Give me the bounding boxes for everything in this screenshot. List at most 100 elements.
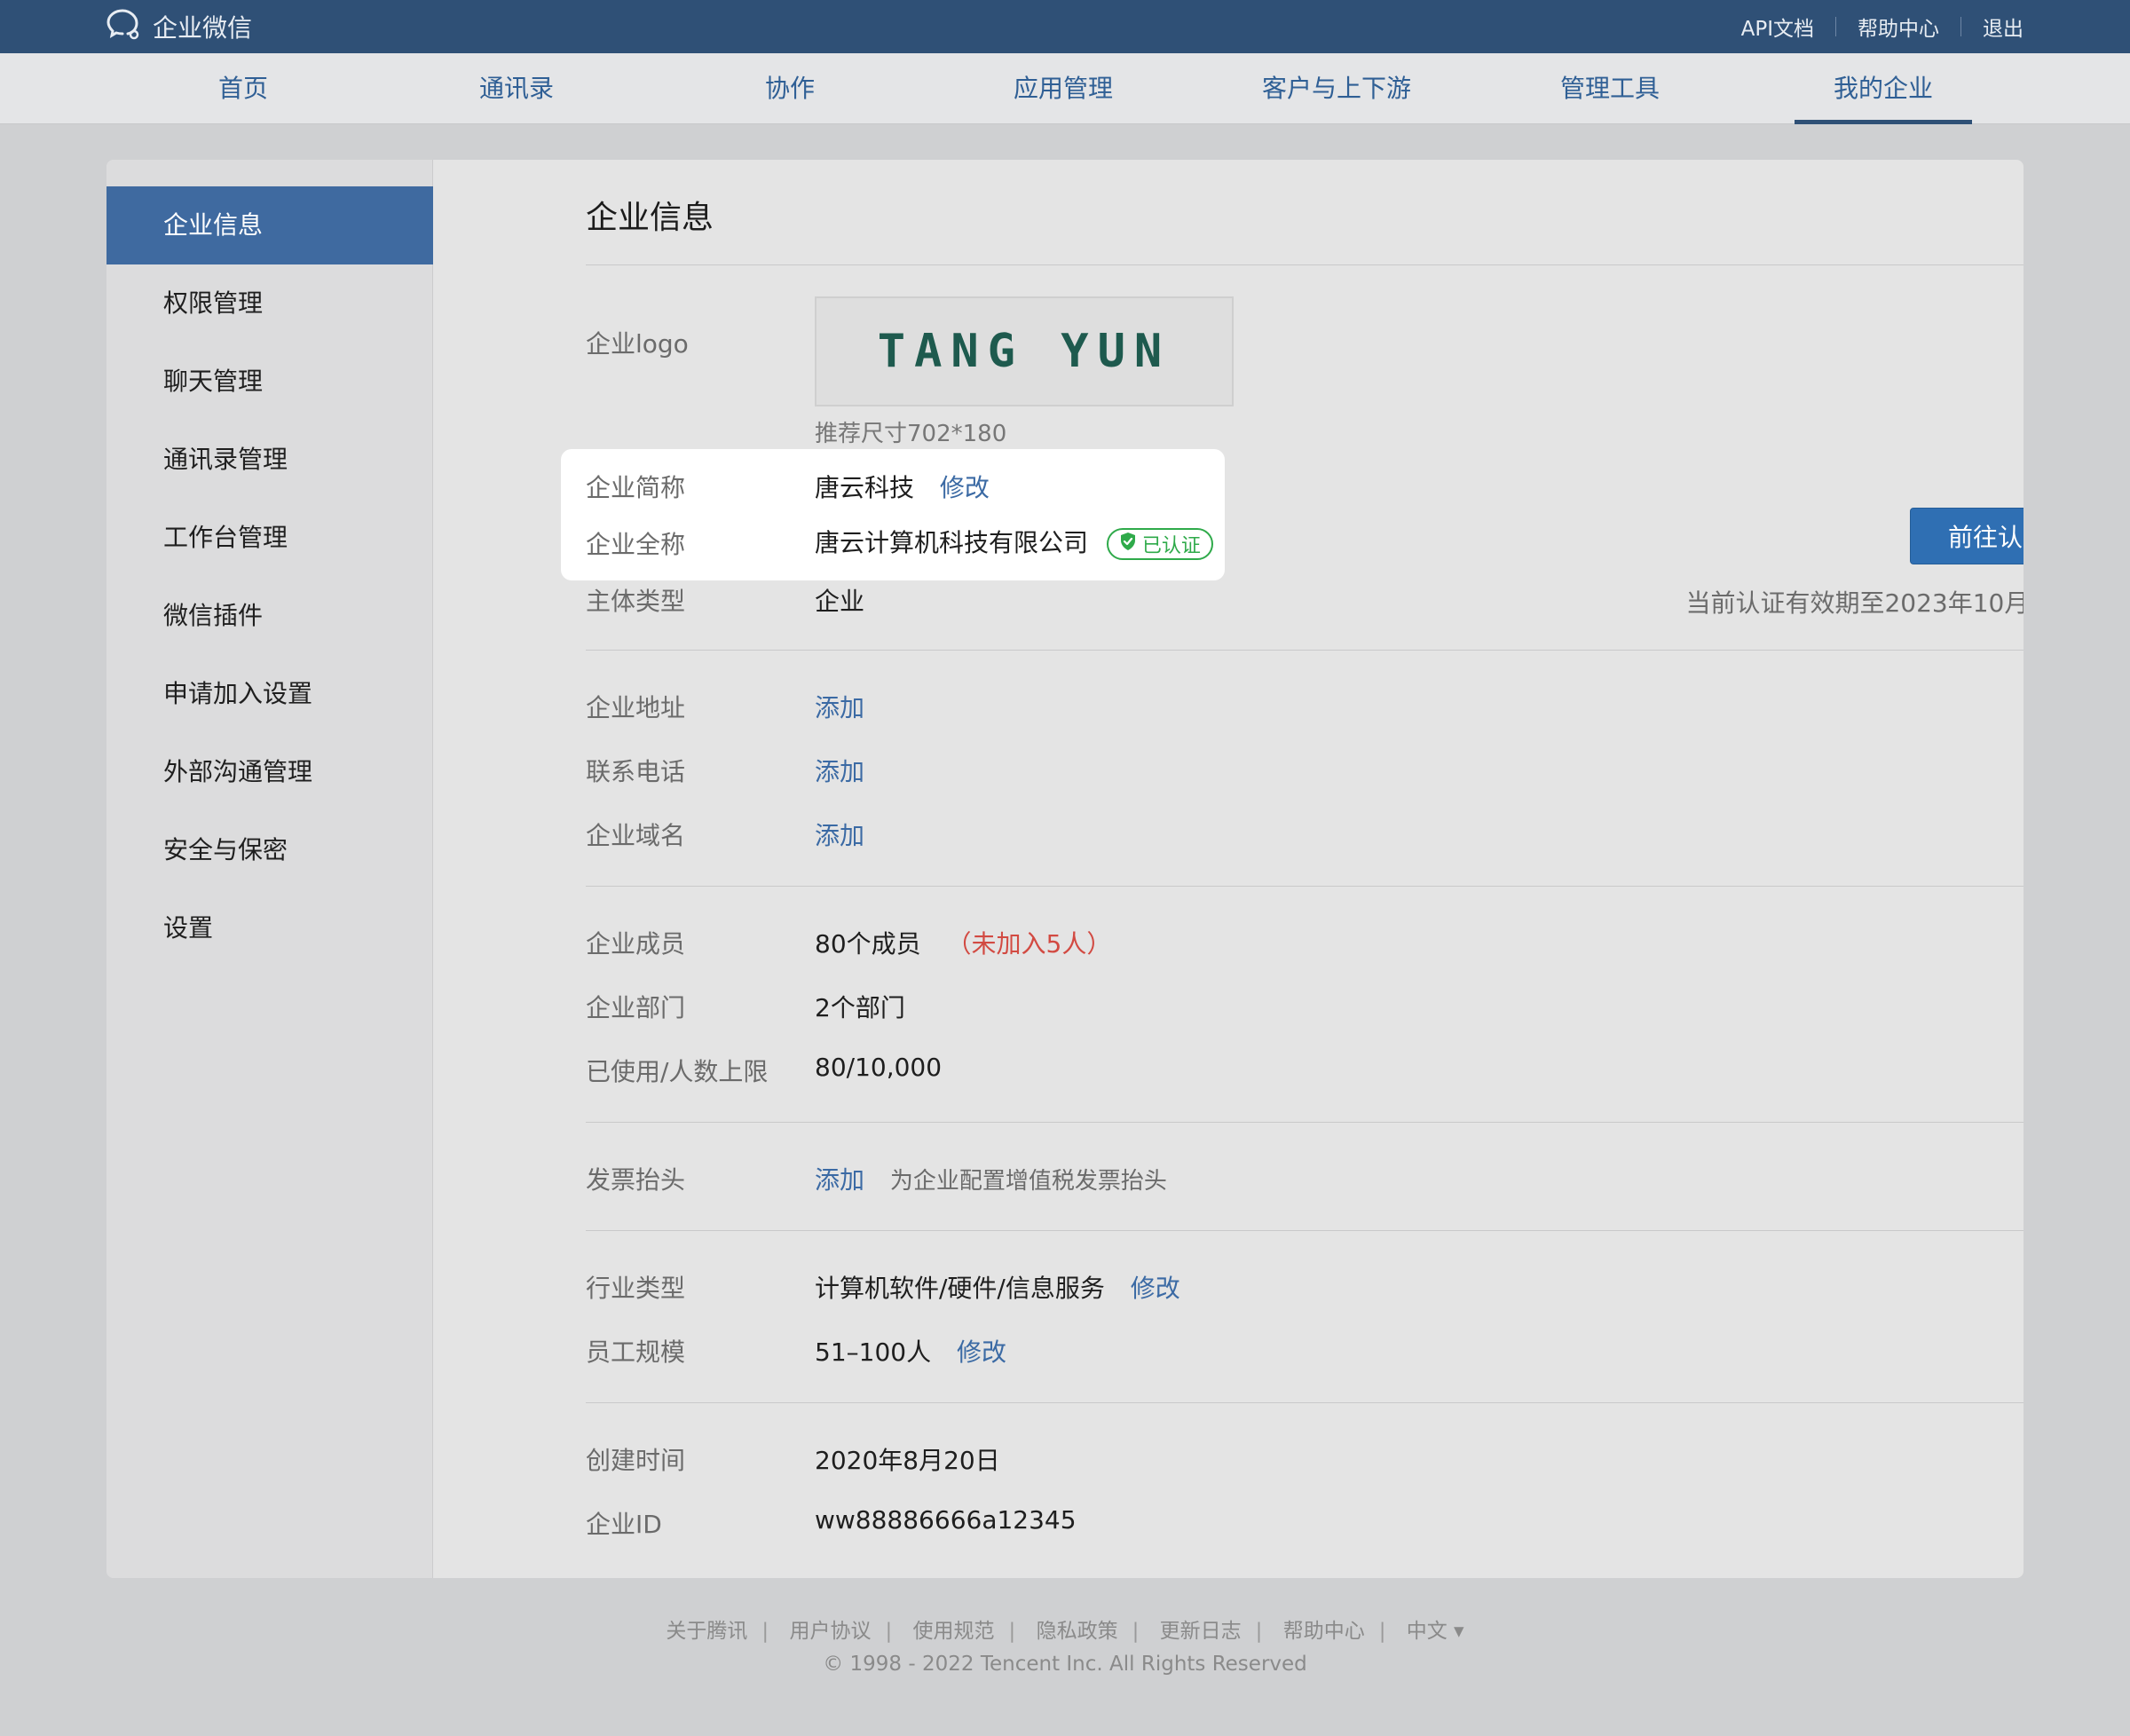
edit-scale-link[interactable]: 修改	[957, 1338, 1006, 1367]
members-count: 80个成员	[815, 929, 921, 959]
tab-management-tools[interactable]: 管理工具	[1521, 53, 1699, 124]
edit-industry-link[interactable]: 修改	[1131, 1274, 1180, 1303]
divider	[586, 1122, 2024, 1123]
sidebar-item-wechat-plugin[interactable]: 微信插件	[106, 577, 433, 655]
logout-link[interactable]: 退出	[1983, 12, 2024, 42]
sidebar-item-chat-management[interactable]: 聊天管理	[106, 343, 433, 421]
full-name-label: 企业全称	[586, 530, 686, 559]
domain-label: 企业域名	[586, 821, 686, 850]
entity-type-label: 主体类型	[586, 587, 686, 616]
verified-badge: 已认证	[1106, 528, 1213, 560]
sidebar-item-permissions[interactable]: 权限管理	[106, 264, 433, 343]
address-label: 企业地址	[586, 693, 686, 722]
top-links: API文档 帮助中心 退出	[1741, 0, 2024, 53]
sidebar-item-workbench-management[interactable]: 工作台管理	[106, 499, 433, 577]
industry-value: 计算机软件/硬件/信息服务	[815, 1274, 1105, 1303]
divider	[586, 886, 2024, 887]
divider	[586, 1402, 2024, 1403]
scale-value: 51–100人	[815, 1338, 932, 1367]
divider	[1960, 17, 1961, 36]
entity-type-value: 企业	[815, 587, 865, 616]
sidebar-item-contacts-management[interactable]: 通讯录管理	[106, 421, 433, 499]
scale-row: 51–100人 修改	[815, 1333, 1006, 1369]
footer-link-user-agreement[interactable]: 用户协议	[789, 1620, 871, 1643]
sidebar-item-enterprise-info[interactable]: 企业信息	[106, 186, 433, 264]
divider: |	[1378, 1620, 1386, 1643]
add-invoice-link[interactable]: 添加	[815, 1165, 864, 1195]
language-selector[interactable]: 中文 ▾	[1407, 1620, 1464, 1643]
tab-home[interactable]: 首页	[154, 53, 332, 124]
members-row: 80个成员 （未加入5人）	[815, 925, 1111, 960]
footer-links: 关于腾讯 | 用户协议 | 使用规范 | 隐私政策 | 更新日志 | 帮助中心 | 中文 ▾	[0, 1614, 2130, 1644]
brand[interactable]: 企业微信	[105, 0, 252, 53]
tab-collaboration[interactable]: 协作	[701, 53, 879, 124]
help-center-link[interactable]: 帮助中心	[1858, 12, 1939, 42]
add-domain-link[interactable]: 添加	[815, 817, 864, 852]
sidebar-item-settings[interactable]: 设置	[106, 889, 433, 967]
corp-id-value: ww88886666a12345	[815, 1505, 1077, 1535]
tab-my-enterprise[interactable]: 我的企业	[1795, 53, 1972, 124]
footer-link-changelog[interactable]: 更新日志	[1160, 1620, 1242, 1643]
divider: |	[885, 1620, 893, 1643]
footer-link-help[interactable]: 帮助中心	[1283, 1620, 1365, 1643]
departments-value: 2个部门	[815, 993, 905, 1022]
sidebar: 企业信息 权限管理 聊天管理 通讯录管理 工作台管理 微信插件 申请加入设置 外…	[106, 160, 433, 1578]
shield-check-icon	[1119, 532, 1137, 556]
invoice-hint: 为企业配置增值税发票抬头	[889, 1168, 1167, 1195]
divider	[1835, 17, 1836, 36]
page-title: 企业信息	[586, 200, 714, 236]
logo-text: TANG YUN	[877, 325, 1172, 378]
main-card: 企业信息 权限管理 聊天管理 通讯录管理 工作台管理 微信插件 申请加入设置 外…	[106, 160, 2024, 1578]
industry-row: 计算机软件/硬件/信息服务 修改	[815, 1269, 1180, 1305]
unjoined-members-link[interactable]: （未加入5人）	[947, 929, 1112, 959]
divider	[586, 1230, 2024, 1231]
logo-size-hint: 推荐尺寸702*180	[815, 421, 1007, 447]
verified-text: 已认证	[1141, 535, 1201, 557]
short-name-value: 唐云科技	[815, 473, 915, 502]
short-name-row: 唐云科技 修改	[815, 469, 990, 504]
add-address-link[interactable]: 添加	[815, 689, 864, 724]
divider: |	[1132, 1620, 1140, 1643]
add-phone-link[interactable]: 添加	[815, 753, 864, 788]
logo-label: 企业logo	[586, 329, 689, 359]
verification-validity-note: 当前认证有效期至2023年10月20日	[1685, 588, 2024, 618]
divider: |	[1008, 1620, 1016, 1643]
top-bar: 企业微信 API文档 帮助中心 退出	[0, 0, 2130, 53]
corp-id-label: 企业ID	[586, 1510, 662, 1539]
wecom-logo-icon	[105, 7, 142, 47]
scale-label: 员工规模	[586, 1338, 686, 1367]
industry-label: 行业类型	[586, 1274, 686, 1303]
usage-value: 80/10,000	[815, 1053, 943, 1082]
tab-contacts[interactable]: 通讯录	[428, 53, 605, 124]
footer-link-usage-rules[interactable]: 使用规范	[913, 1620, 995, 1643]
go-verify-button[interactable]: 前往认证	[1910, 508, 2024, 564]
departments-label: 企业部门	[586, 993, 686, 1022]
footer-link-privacy[interactable]: 隐私政策	[1037, 1620, 1118, 1643]
tab-customers[interactable]: 客户与上下游	[1248, 53, 1425, 124]
created-value: 2020年8月20日	[815, 1446, 1000, 1475]
footer-link-about[interactable]: 关于腾讯	[666, 1620, 747, 1643]
enterprise-logo[interactable]: TANG YUN	[815, 296, 1234, 406]
full-name-value: 唐云计算机科技有限公司	[815, 528, 1089, 557]
main-nav: 首页 通讯录 协作 应用管理 客户与上下游 管理工具 我的企业	[0, 53, 2130, 124]
sidebar-item-join-settings[interactable]: 申请加入设置	[106, 655, 433, 733]
divider: |	[1255, 1620, 1263, 1643]
sidebar-item-security[interactable]: 安全与保密	[106, 811, 433, 889]
full-name-row: 唐云计算机科技有限公司 已认证	[815, 524, 1213, 560]
members-label: 企业成员	[586, 929, 686, 959]
content-panel: 企业信息 企业logo TANG YUN 推荐尺寸702*180 企业简称 唐云…	[433, 160, 2024, 1578]
divider	[586, 650, 2024, 651]
invoice-row: 添加 为企业配置增值税发票抬头	[815, 1161, 1167, 1196]
invoice-label: 发票抬头	[586, 1165, 686, 1195]
created-label: 创建时间	[586, 1446, 686, 1475]
sidebar-item-external-communication[interactable]: 外部沟通管理	[106, 733, 433, 811]
api-docs-link[interactable]: API文档	[1741, 12, 1814, 42]
tab-app-management[interactable]: 应用管理	[974, 53, 1152, 124]
phone-label: 联系电话	[586, 757, 686, 786]
edit-short-name-link[interactable]: 修改	[940, 473, 990, 502]
divider: |	[761, 1620, 769, 1643]
short-name-label: 企业简称	[586, 473, 686, 502]
usage-label: 已使用/人数上限	[586, 1057, 769, 1086]
divider	[586, 264, 2024, 265]
copyright: © 1998 - 2022 Tencent Inc. All Rights Re…	[823, 1653, 1307, 1676]
